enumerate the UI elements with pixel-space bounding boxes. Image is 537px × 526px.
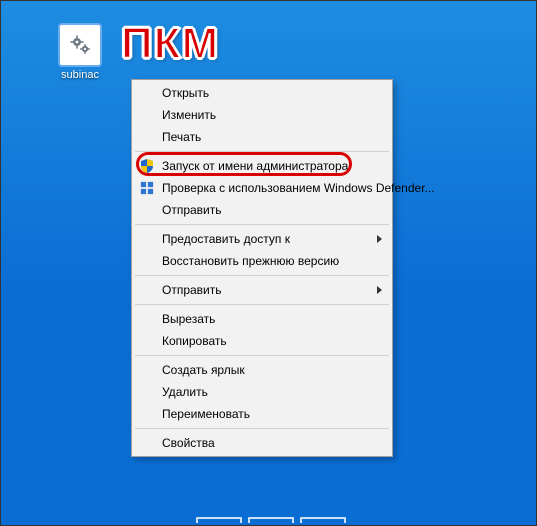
menu-label: Удалить <box>162 385 208 399</box>
menu-label: Восстановить прежнюю версию <box>162 254 339 268</box>
menu-delete[interactable]: Удалить <box>134 381 390 403</box>
annotation-right-click: ПКМ <box>121 19 219 69</box>
shield-uac-icon <box>138 157 156 175</box>
menu-label: Отправить <box>162 203 222 217</box>
menu-defender-scan[interactable]: Проверка с использованием Windows Defend… <box>134 177 390 199</box>
menu-label: Переименовать <box>162 407 250 421</box>
menu-properties[interactable]: Свойства <box>134 432 390 454</box>
menu-cut[interactable]: Вырезать <box>134 308 390 330</box>
taskbar-partial <box>196 517 346 523</box>
desktop-file-icon[interactable]: subinac <box>57 25 103 81</box>
menu-label: Отправить <box>162 283 222 297</box>
menu-label: Проверка с использованием Windows Defend… <box>162 181 435 195</box>
windows-defender-icon <box>138 179 156 197</box>
menu-edit[interactable]: Изменить <box>134 104 390 126</box>
menu-label: Предоставить доступ к <box>162 232 290 246</box>
menu-rename[interactable]: Переименовать <box>134 403 390 425</box>
divider <box>135 428 389 429</box>
divider <box>135 275 389 276</box>
menu-label: Вырезать <box>162 312 215 326</box>
menu-create-shortcut[interactable]: Создать ярлык <box>134 359 390 381</box>
menu-label: Запуск от имени администратора <box>162 159 348 173</box>
gears-icon <box>60 25 100 65</box>
menu-send-to-1[interactable]: Отправить <box>134 199 390 221</box>
menu-label: Открыть <box>162 86 209 100</box>
menu-run-as-admin[interactable]: Запуск от имени администратора <box>134 155 390 177</box>
context-menu: Открыть Изменить Печать Запуск от имени … <box>131 79 393 457</box>
chevron-right-icon <box>377 235 382 243</box>
menu-label: Изменить <box>162 108 216 122</box>
divider <box>135 224 389 225</box>
menu-label: Копировать <box>162 334 227 348</box>
divider <box>135 304 389 305</box>
divider <box>135 355 389 356</box>
menu-label: Свойства <box>162 436 215 450</box>
menu-label: Печать <box>162 130 201 144</box>
menu-open[interactable]: Открыть <box>134 82 390 104</box>
divider <box>135 151 389 152</box>
menu-print[interactable]: Печать <box>134 126 390 148</box>
menu-send-to-2[interactable]: Отправить <box>134 279 390 301</box>
chevron-right-icon <box>377 286 382 294</box>
desktop-file-label: subinac <box>57 69 103 81</box>
menu-copy[interactable]: Копировать <box>134 330 390 352</box>
menu-share-access[interactable]: Предоставить доступ к <box>134 228 390 250</box>
menu-label: Создать ярлык <box>162 363 245 377</box>
menu-restore-previous[interactable]: Восстановить прежнюю версию <box>134 250 390 272</box>
